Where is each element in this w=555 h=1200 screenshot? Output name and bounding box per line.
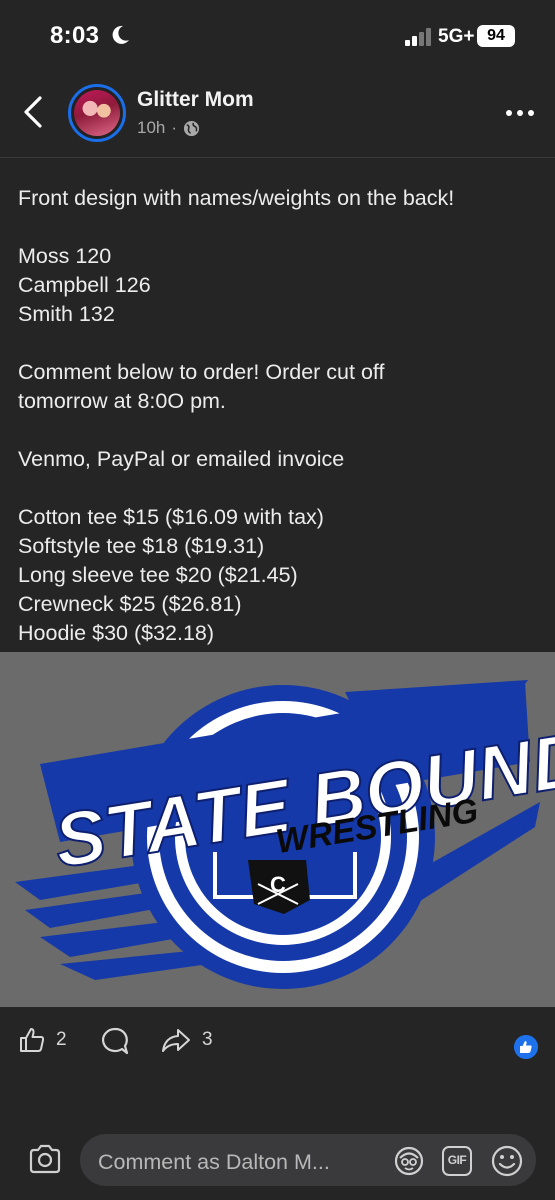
status-time: 8:03 [50,22,100,49]
author-avatar[interactable] [68,84,126,142]
post-image[interactable]: STATE BOUND WRESTLING C [0,652,555,1007]
price-line: Softstyle tee $18 ($19.31) [18,534,265,558]
comment-placeholder[interactable]: Comment as Dalton M... [98,1150,383,1175]
avatar-photo [74,90,120,136]
order-instructions: Comment below to order! Order cut off [18,360,385,384]
name-line: Campbell 126 [18,273,151,297]
globe-icon [183,120,200,136]
comment-button[interactable] [100,1026,130,1056]
comment-icon [102,1027,129,1055]
status-bar: 8:03 5G+ 94 [0,0,555,72]
state-bound-logo: STATE BOUND WRESTLING C [0,652,555,1007]
like-count: 2 [56,1029,67,1050]
comment-composer: Comment as Dalton M... GIF [0,1120,555,1200]
battery-indicator: 94 [477,25,515,47]
camera-icon[interactable] [28,1144,62,1174]
gif-icon[interactable]: GIF [442,1146,472,1176]
share-count: 3 [202,1029,213,1050]
avatar-sticker-icon[interactable] [393,1145,425,1177]
post-actions: 2 3 [0,1008,555,1072]
post-intro: Front design with names/weights on the b… [18,186,455,210]
post-body: Front design with names/weights on the b… [18,184,538,648]
share-button[interactable]: 3 [160,1026,213,1054]
price-line: Hoodie $30 ($32.18) [18,621,215,645]
payment-methods: Venmo, PayPal or emailed invoice [18,447,345,471]
price-line: Crewneck $25 ($26.81) [18,592,242,616]
like-icon [20,1028,45,1052]
post-meta: 10h · [137,118,200,138]
emoji-icon[interactable] [490,1144,524,1178]
network-label: 5G+ [438,26,475,47]
like-reaction-icon [514,1035,538,1059]
like-button[interactable]: 2 [18,1026,67,1054]
moon-icon [112,25,129,44]
signal-icon [405,28,431,46]
name-line: Smith 132 [18,302,115,326]
author-name[interactable]: Glitter Mom [137,88,254,112]
post-header: Glitter Mom 10h · [0,72,555,158]
back-arrow-icon[interactable] [20,94,46,130]
name-line: Moss 120 [18,244,112,268]
share-icon [162,1029,190,1052]
post-timestamp: 10h [137,118,166,137]
order-deadline: tomorrow at 8:0O pm. [18,389,226,413]
price-line: Cotton tee $15 ($16.09 with tax) [18,505,324,529]
more-icon[interactable] [505,108,535,118]
price-line: Long sleeve tee $20 ($21.45) [18,563,298,587]
meta-separator: · [171,118,178,137]
